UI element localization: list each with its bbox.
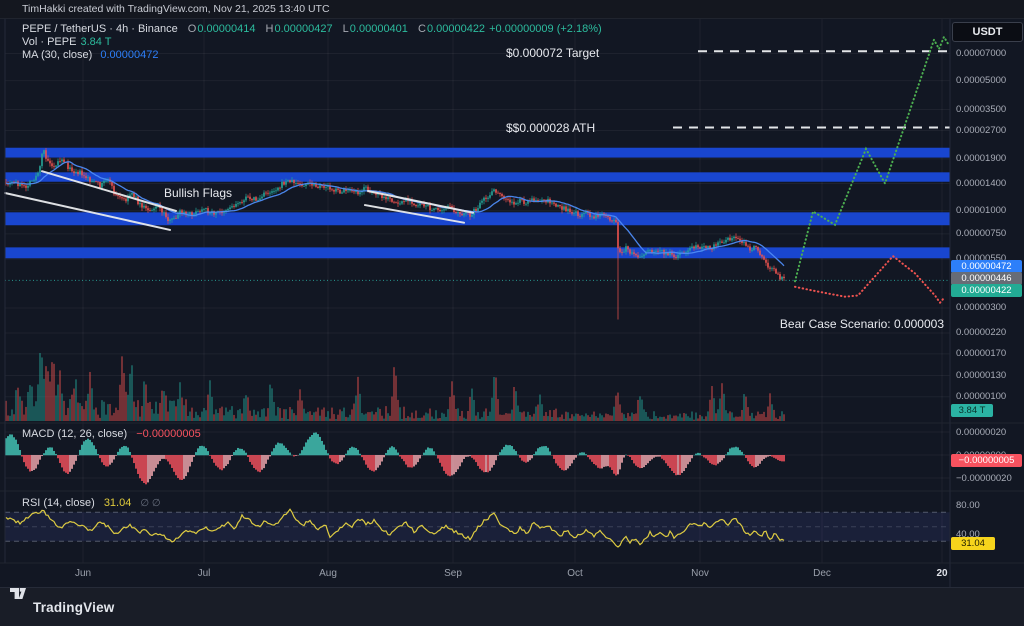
low-value: 0.00000401 bbox=[350, 23, 408, 35]
ma-legend: MA (30, close) 0.00000472 bbox=[22, 49, 159, 61]
symbol-legend: PEPE / TetherUS · 4h · Binance O0.000004… bbox=[22, 23, 602, 35]
rsi-tick: 80.00 bbox=[956, 500, 980, 511]
close-label: C bbox=[418, 23, 426, 35]
macd-value: −0.00000005 bbox=[136, 428, 201, 440]
macd-tick: 0.00000020 bbox=[956, 427, 1006, 438]
rsi-legend: RSI (14, close) 31.04 ∅ ∅ bbox=[22, 497, 161, 509]
change-value: +0.00000009 (+2.18%) bbox=[489, 23, 602, 35]
time-axis-label-20[interactable]: 20 bbox=[920, 568, 964, 579]
price-tick: 0.00002700 bbox=[956, 125, 1006, 136]
time-axis-label-jun[interactable]: Jun bbox=[61, 568, 105, 579]
open-label: O bbox=[188, 23, 197, 35]
volume-legend: Vol · PEPE 3.84 T bbox=[22, 36, 111, 48]
price-tick: 0.00001400 bbox=[956, 178, 1006, 189]
ma-price-label: 0.00000472 bbox=[951, 260, 1022, 273]
rsi-label[interactable]: RSI (14, close) bbox=[22, 497, 95, 509]
price-tick: 0.00000750 bbox=[956, 228, 1006, 239]
attribution-text: TimHakki created with TradingView.com, N… bbox=[22, 3, 330, 15]
ma-value: 0.00000472 bbox=[100, 49, 158, 61]
price-tick: 0.00000220 bbox=[956, 327, 1006, 338]
time-axis-label-oct[interactable]: Oct bbox=[553, 568, 597, 579]
close-value: 0.00000422 bbox=[427, 23, 485, 35]
price-tick: 0.00003500 bbox=[956, 104, 1006, 115]
price-tick: 0.00000130 bbox=[956, 370, 1006, 381]
macd-legend: MACD (12, 26, close) −0.00000005 bbox=[22, 428, 201, 440]
currency-toggle-button[interactable]: USDT bbox=[952, 22, 1023, 42]
price-tick: 0.00000100 bbox=[956, 391, 1006, 402]
tradingview-brand-text[interactable]: TradingView bbox=[33, 600, 114, 615]
price-tick: 0.00001900 bbox=[956, 153, 1006, 164]
ath-annotation[interactable]: $$0.000028 ATH bbox=[506, 121, 595, 135]
ma-label[interactable]: MA (30, close) bbox=[22, 49, 92, 61]
volume-label[interactable]: Vol · PEPE bbox=[22, 36, 76, 48]
time-axis-label-sep[interactable]: Sep bbox=[431, 568, 475, 579]
rsi-value: 31.04 bbox=[104, 497, 132, 509]
bullish-flags-annotation[interactable]: Bullish Flags bbox=[164, 186, 232, 200]
volume-value: 3.84 T bbox=[80, 36, 111, 48]
price-tick: 0.00000300 bbox=[956, 302, 1006, 313]
chart-canvas[interactable] bbox=[0, 0, 1024, 626]
last-price-label: 0.00000422 bbox=[951, 284, 1022, 297]
target-annotation[interactable]: $0.000072 Target bbox=[506, 46, 599, 60]
mid-price-label: 0.00000446 bbox=[951, 272, 1022, 285]
time-axis-label-dec[interactable]: Dec bbox=[800, 568, 844, 579]
price-tick: 0.00007000 bbox=[956, 48, 1006, 59]
macd-label[interactable]: MACD (12, 26, close) bbox=[22, 428, 127, 440]
time-axis-label-nov[interactable]: Nov bbox=[678, 568, 722, 579]
bottom-toolbar: TradingView bbox=[0, 587, 1024, 626]
time-axis-label-aug[interactable]: Aug bbox=[306, 568, 350, 579]
tradingview-chart-window: TimHakki created with TradingView.com, N… bbox=[0, 0, 1024, 626]
macd-tick: −0.00000020 bbox=[956, 473, 1012, 484]
high-value: 0.00000427 bbox=[274, 23, 332, 35]
open-value: 0.00000414 bbox=[197, 23, 255, 35]
macd-value-label: −0.00000005 bbox=[951, 454, 1022, 467]
price-tick: 0.00000170 bbox=[956, 348, 1006, 359]
rsi-value-label: 31.04 bbox=[951, 537, 995, 550]
high-label: H bbox=[266, 23, 274, 35]
low-label: L bbox=[343, 23, 349, 35]
volume-label: 3.84 T bbox=[951, 404, 993, 417]
symbol-title[interactable]: PEPE / TetherUS · 4h · Binance bbox=[22, 23, 178, 35]
price-tick: 0.00001000 bbox=[956, 205, 1006, 216]
rsi-hidden-plots-icon[interactable]: ∅ ∅ bbox=[140, 498, 160, 509]
attribution-bar: TimHakki created with TradingView.com, N… bbox=[0, 0, 1024, 19]
price-tick: 0.00005000 bbox=[956, 75, 1006, 86]
tradingview-logo-icon[interactable] bbox=[10, 588, 26, 600]
bear-case-annotation[interactable]: Bear Case Scenario: 0.000003 bbox=[744, 317, 944, 331]
time-axis-label-jul[interactable]: Jul bbox=[182, 568, 226, 579]
